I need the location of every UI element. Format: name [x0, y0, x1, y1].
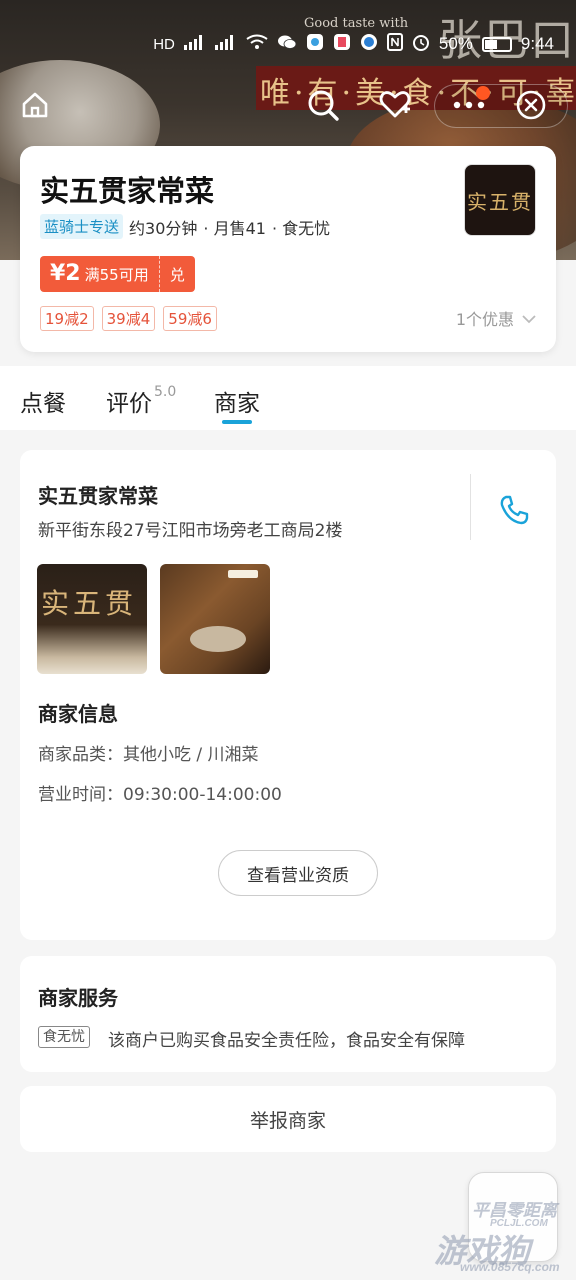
promo-toggle[interactable]: 1个优惠 [456, 306, 536, 330]
delivery-time: 约30分钟 [129, 218, 198, 238]
app-notification-icon [360, 33, 378, 55]
coupon-condition: 满55可用 [84, 266, 149, 284]
tab-merchant-label: 商家 [214, 391, 260, 417]
app-notification-icon [306, 33, 324, 55]
discount-tag: 39减4 [101, 306, 156, 331]
business-hours: 营业时间：09:30:00-14:00:00 [38, 785, 282, 805]
rider-tag: 蓝骑士专送 [40, 214, 124, 239]
watermark: 平昌零距离 PCLJL.COM 游戏狗 www.0857cq.com [430, 1196, 576, 1280]
alarm-icon [412, 33, 430, 55]
signal-icon [214, 34, 237, 54]
chevron-down-icon [522, 309, 536, 328]
report-label: 举报商家 [249, 1109, 326, 1132]
discount-list: 19减2 39减4 59减6 [40, 306, 217, 331]
promo-count: 1个优惠 [455, 310, 514, 329]
home-icon[interactable] [12, 82, 58, 128]
service-tag: 食无忧 [38, 1026, 90, 1048]
dining-table [190, 626, 246, 652]
store-photo[interactable]: 实五贯 [37, 564, 147, 674]
phone-icon[interactable] [492, 488, 536, 532]
tab-reviews-label: 评价 [106, 391, 152, 417]
wifi-icon [246, 34, 268, 54]
battery-icon [481, 36, 512, 52]
battery-percent: 50% [438, 34, 473, 53]
search-icon[interactable] [300, 82, 346, 128]
shop-meta: 蓝骑士专送 约30分钟 · 月售41 · 食无忧 [40, 214, 330, 239]
status-bar: HD 50% 9:44 [0, 28, 576, 60]
safety-label: · 食无忧 [271, 218, 331, 238]
merchant-category: 商家品类：其他小吃 / 川湘菜 [38, 745, 259, 765]
tab-bar: 点餐 评价 5.0 商家 [0, 366, 576, 430]
signal-icon [183, 34, 206, 54]
tab-merchant[interactable]: 商家 [214, 384, 260, 418]
merchant-card: 实五贯家常菜 新平街东段27号江阳市场旁老工商局2楼 实五贯 商家信息 商家品类… [20, 450, 556, 940]
close-icon[interactable] [508, 82, 554, 128]
top-nav [0, 82, 576, 128]
divider [470, 474, 471, 540]
notification-dot [476, 86, 490, 100]
ceiling-light [228, 570, 258, 578]
store-photo[interactable] [160, 564, 270, 674]
merchant-info-title: 商家信息 [38, 702, 118, 726]
tab-reviews[interactable]: 评价 5.0 [106, 384, 176, 418]
report-merchant-button[interactable]: 举报商家 [20, 1086, 556, 1152]
watermark-line: www.0857cq.com [460, 1260, 560, 1274]
active-tab-indicator [222, 420, 252, 424]
wechat-icon [277, 34, 297, 54]
hd-icon: HD [153, 35, 175, 53]
coupon-amount: ¥2 [50, 261, 81, 286]
app-notification-icon [333, 33, 351, 55]
shop-name: 实五贯家常菜 [40, 174, 215, 208]
store-sign-text: 实五贯 [41, 587, 138, 620]
merchant-address: 新平街东段27号江阳市场旁老工商局2楼 [38, 521, 343, 541]
shop-card: 实五贯家常菜 实五贯 蓝骑士专送 约30分钟 · 月售41 · 食无忧 ¥2 满… [20, 146, 556, 352]
tab-order-label: 点餐 [20, 391, 66, 417]
view-license-button[interactable]: 查看营业资质 [218, 850, 378, 896]
merchant-name: 实五贯家常菜 [38, 484, 158, 508]
nfc-icon [386, 33, 403, 55]
clock: 9:44 [520, 34, 554, 53]
coupon-button[interactable]: ¥2 满55可用 兑 [40, 256, 195, 292]
favorite-add-icon[interactable] [372, 82, 418, 128]
coupon-exchange: 兑 [158, 256, 195, 292]
discount-tag: 59减6 [163, 306, 217, 331]
service-description: 该商户已购买食品安全责任险，食品安全有保障 [108, 1031, 465, 1051]
review-score: 5.0 [154, 384, 177, 400]
tab-order[interactable]: 点餐 [20, 384, 66, 418]
discount-tag: 19减2 [40, 306, 94, 331]
coupon-main: ¥2 满55可用 [40, 256, 159, 292]
service-card: 商家服务 食无忧 该商户已购买食品安全责任险，食品安全有保障 [20, 956, 556, 1072]
service-title: 商家服务 [38, 986, 118, 1010]
shop-logo[interactable]: 实五贯 [464, 164, 536, 236]
monthly-sales: · 月售41 [203, 218, 266, 238]
